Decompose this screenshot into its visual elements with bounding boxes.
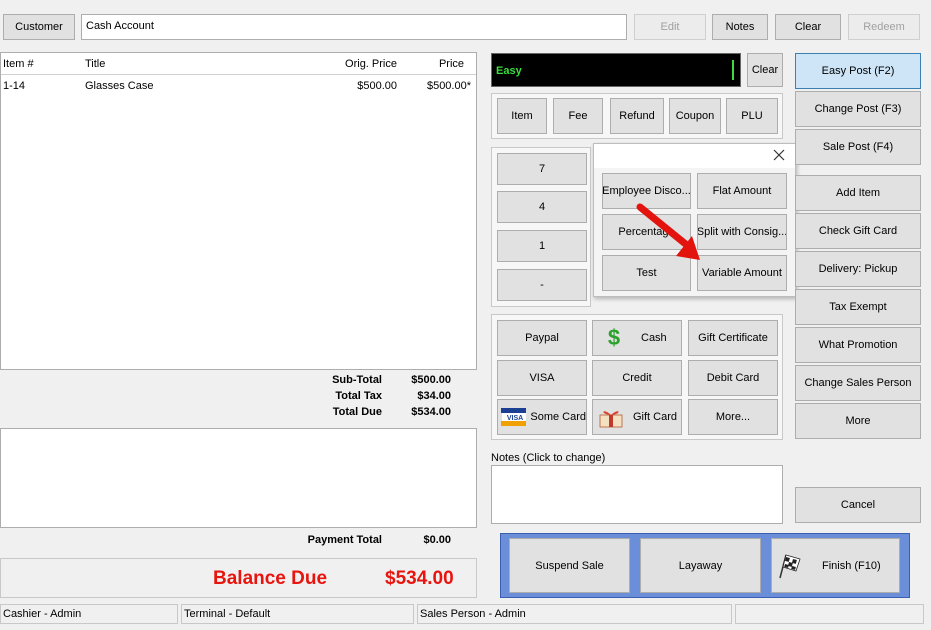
account-text: Cash Account	[86, 20, 154, 32]
payments-list[interactable]	[0, 428, 477, 528]
pay-more-button[interactable]: More...	[688, 399, 778, 435]
check-gift-card-button[interactable]: Check Gift Card	[795, 213, 921, 249]
key-1[interactable]: 1	[497, 230, 587, 262]
checkered-flag-icon	[779, 554, 801, 578]
entry-caret	[732, 60, 734, 80]
total-due-value: $534.00	[411, 406, 451, 418]
row-title: Glasses Case	[85, 80, 154, 92]
pay-cash-label: Cash	[641, 332, 667, 344]
key-7[interactable]: 7	[497, 153, 587, 185]
payment-total-label: Payment Total	[307, 534, 382, 546]
total-tax-label: Total Tax	[335, 390, 382, 402]
visa-card-icon: VISA	[501, 408, 527, 426]
finish-button[interactable]: Finish (F10)	[771, 538, 900, 593]
clear-customer-button[interactable]: Clear	[775, 14, 841, 40]
balance-due-label: Balance Due	[213, 568, 328, 589]
type-plu-button[interactable]: PLU	[726, 98, 778, 134]
subtotal-value: $500.00	[411, 374, 451, 386]
subtotal-label: Sub-Total	[332, 374, 382, 386]
layaway-button[interactable]: Layaway	[640, 538, 761, 593]
row-orig-price: $500.00	[357, 80, 397, 92]
coupon-variable-amount[interactable]: Variable Amount	[697, 255, 787, 291]
customer-button[interactable]: Customer	[3, 14, 75, 40]
pay-visa-button[interactable]: VISA	[497, 360, 587, 396]
pay-debit-card-button[interactable]: Debit Card	[688, 360, 778, 396]
dollar-sign-icon: $	[607, 325, 621, 350]
status-sales-person: Sales Person - Admin	[417, 604, 732, 624]
close-icon[interactable]	[772, 148, 786, 162]
notes-field[interactable]	[491, 465, 783, 524]
pay-gift-card-button[interactable]: Gift Card	[592, 399, 682, 435]
pay-gift-card-label: Gift Card	[633, 411, 678, 423]
change-post-button[interactable]: Change Post (F3)	[795, 91, 921, 127]
entry-field[interactable]: Easy	[491, 53, 741, 87]
edit-button[interactable]: Edit	[634, 14, 706, 40]
tax-exempt-button[interactable]: Tax Exempt	[795, 289, 921, 325]
pay-credit-button[interactable]: Credit	[592, 360, 682, 396]
notes-label[interactable]: Notes (Click to change)	[491, 452, 605, 464]
redeem-button[interactable]: Redeem	[848, 14, 920, 40]
coupon-split-with-consignor[interactable]: Split with Consig...	[697, 214, 787, 250]
pay-some-card-button[interactable]: VISA Some Card	[497, 399, 587, 435]
status-terminal: Terminal - Default	[181, 604, 414, 624]
status-cashier: Cashier - Admin	[0, 604, 178, 624]
suspend-sale-button[interactable]: Suspend Sale	[509, 538, 630, 593]
pay-cash-button[interactable]: $ Cash	[592, 320, 682, 356]
notes-button[interactable]: Notes	[712, 14, 768, 40]
col-item: Item #	[3, 58, 34, 70]
row-item-number: 1-14	[3, 80, 26, 92]
table-row[interactable]: 1-14 Glasses Case $500.00 $500.00*	[1, 77, 476, 95]
sale-post-button[interactable]: Sale Post (F4)	[795, 129, 921, 165]
delivery-pickup-button[interactable]: Delivery: Pickup	[795, 251, 921, 287]
type-item-button[interactable]: Item	[497, 98, 547, 134]
type-coupon-button[interactable]: Coupon	[669, 98, 721, 134]
type-fee-button[interactable]: Fee	[553, 98, 603, 134]
key-minus[interactable]: -	[497, 269, 587, 301]
col-orig-price: Orig. Price	[345, 58, 397, 70]
more-button[interactable]: More	[795, 403, 921, 439]
svg-text:VISA: VISA	[507, 415, 523, 422]
customer-account-field[interactable]: Cash Account	[81, 14, 627, 40]
pay-gift-certificate-button[interactable]: Gift Certificate	[688, 320, 778, 356]
items-table[interactable]: Item # Title Orig. Price Price 1-14 Glas…	[0, 52, 477, 370]
gift-icon	[599, 411, 623, 428]
payment-total-value: $0.00	[423, 534, 451, 546]
pay-paypal-button[interactable]: Paypal	[497, 320, 587, 356]
col-price: Price	[438, 58, 464, 70]
pay-some-card-label: Some Card	[530, 411, 586, 423]
status-extra	[735, 604, 924, 624]
change-sales-person-button[interactable]: Change Sales Person	[795, 365, 921, 401]
popup-header	[594, 144, 795, 168]
add-item-button[interactable]: Add Item	[795, 175, 921, 211]
col-title: Title	[85, 58, 106, 70]
what-promotion-button[interactable]: What Promotion	[795, 327, 921, 363]
entry-clear-button[interactable]: Clear	[747, 53, 783, 87]
table-header: Item # Title Orig. Price Price	[1, 53, 476, 75]
type-refund-button[interactable]: Refund	[610, 98, 664, 134]
balance-panel: Balance Due $534.00	[0, 558, 477, 598]
total-due-label: Total Due	[332, 406, 382, 418]
entry-mode-text: Easy	[496, 65, 522, 77]
total-tax-value: $34.00	[417, 390, 451, 402]
key-4[interactable]: 4	[497, 191, 587, 223]
balance-due-value: $534.00	[385, 568, 454, 589]
coupon-flat-amount[interactable]: Flat Amount	[697, 173, 787, 209]
finish-label: Finish (F10)	[822, 559, 881, 572]
row-price: $500.00*	[426, 80, 471, 92]
annotation-arrow-icon	[636, 203, 700, 260]
cancel-button[interactable]: Cancel	[795, 487, 921, 523]
easy-post-button[interactable]: Easy Post (F2)	[795, 53, 921, 89]
